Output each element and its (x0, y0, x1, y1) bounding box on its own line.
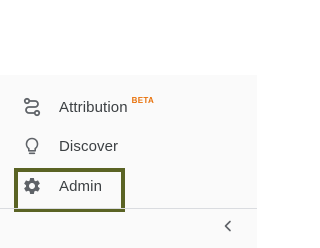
sidebar-item-discover[interactable]: Discover (22, 134, 118, 158)
beta-badge: BETA (131, 95, 155, 105)
sidebar-item-attribution[interactable]: Attribution BETA (22, 95, 154, 119)
attribution-path-icon (22, 97, 42, 117)
collapse-sidebar-button[interactable] (216, 216, 240, 240)
gear-icon (22, 176, 42, 196)
sidebar-item-label: Attribution (59, 98, 128, 116)
sidebar-item-admin[interactable]: Admin (22, 174, 102, 198)
sidebar-item-label: Admin (59, 177, 103, 195)
lightbulb-icon (22, 136, 42, 156)
sidebar-item-label: Discover (59, 137, 119, 155)
sidebar-top-area (0, 0, 257, 75)
chevron-left-icon (222, 219, 234, 237)
sidebar-divider (0, 208, 257, 209)
